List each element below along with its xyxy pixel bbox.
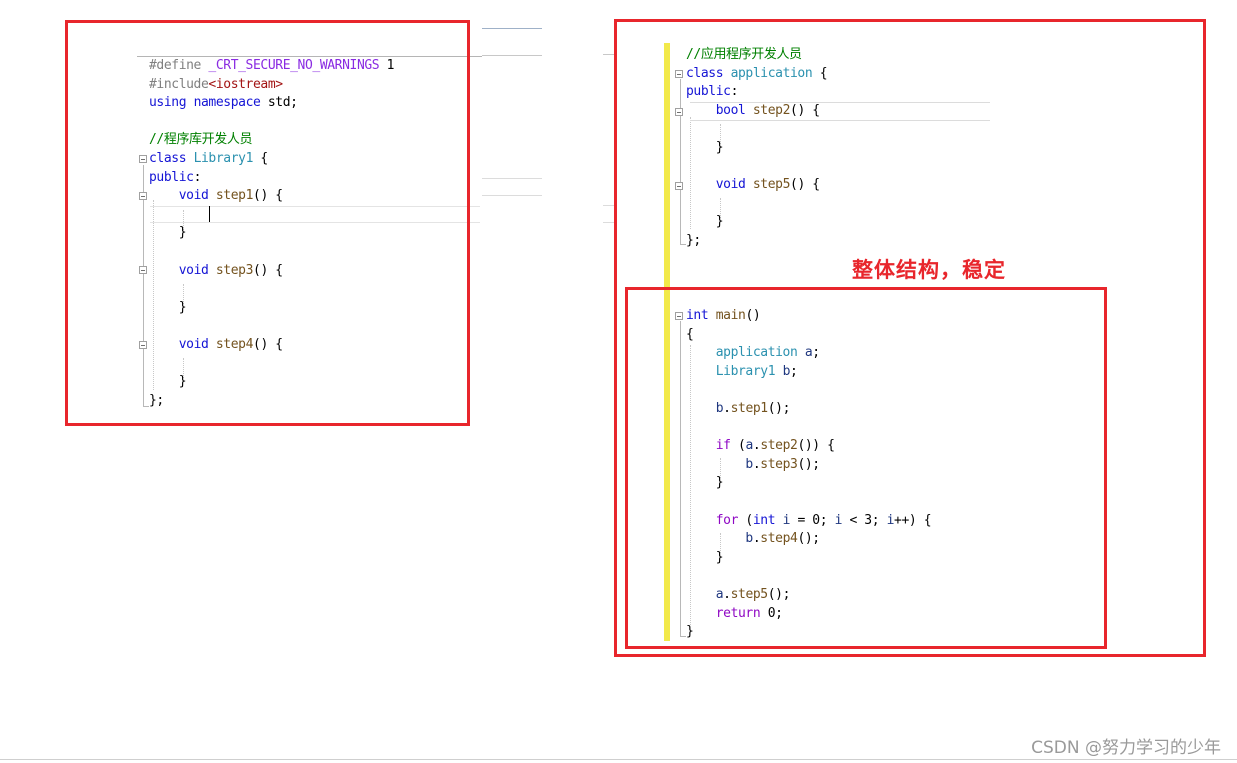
divider-line [482, 195, 542, 196]
divider-line [482, 28, 542, 29]
library-highlight-box [65, 20, 470, 426]
divider-line [482, 178, 542, 179]
main-highlight-box [625, 287, 1107, 649]
watermark: CSDN @努力学习的少年 [1031, 738, 1221, 758]
divider-line [482, 55, 542, 56]
bottom-border [0, 759, 1237, 760]
